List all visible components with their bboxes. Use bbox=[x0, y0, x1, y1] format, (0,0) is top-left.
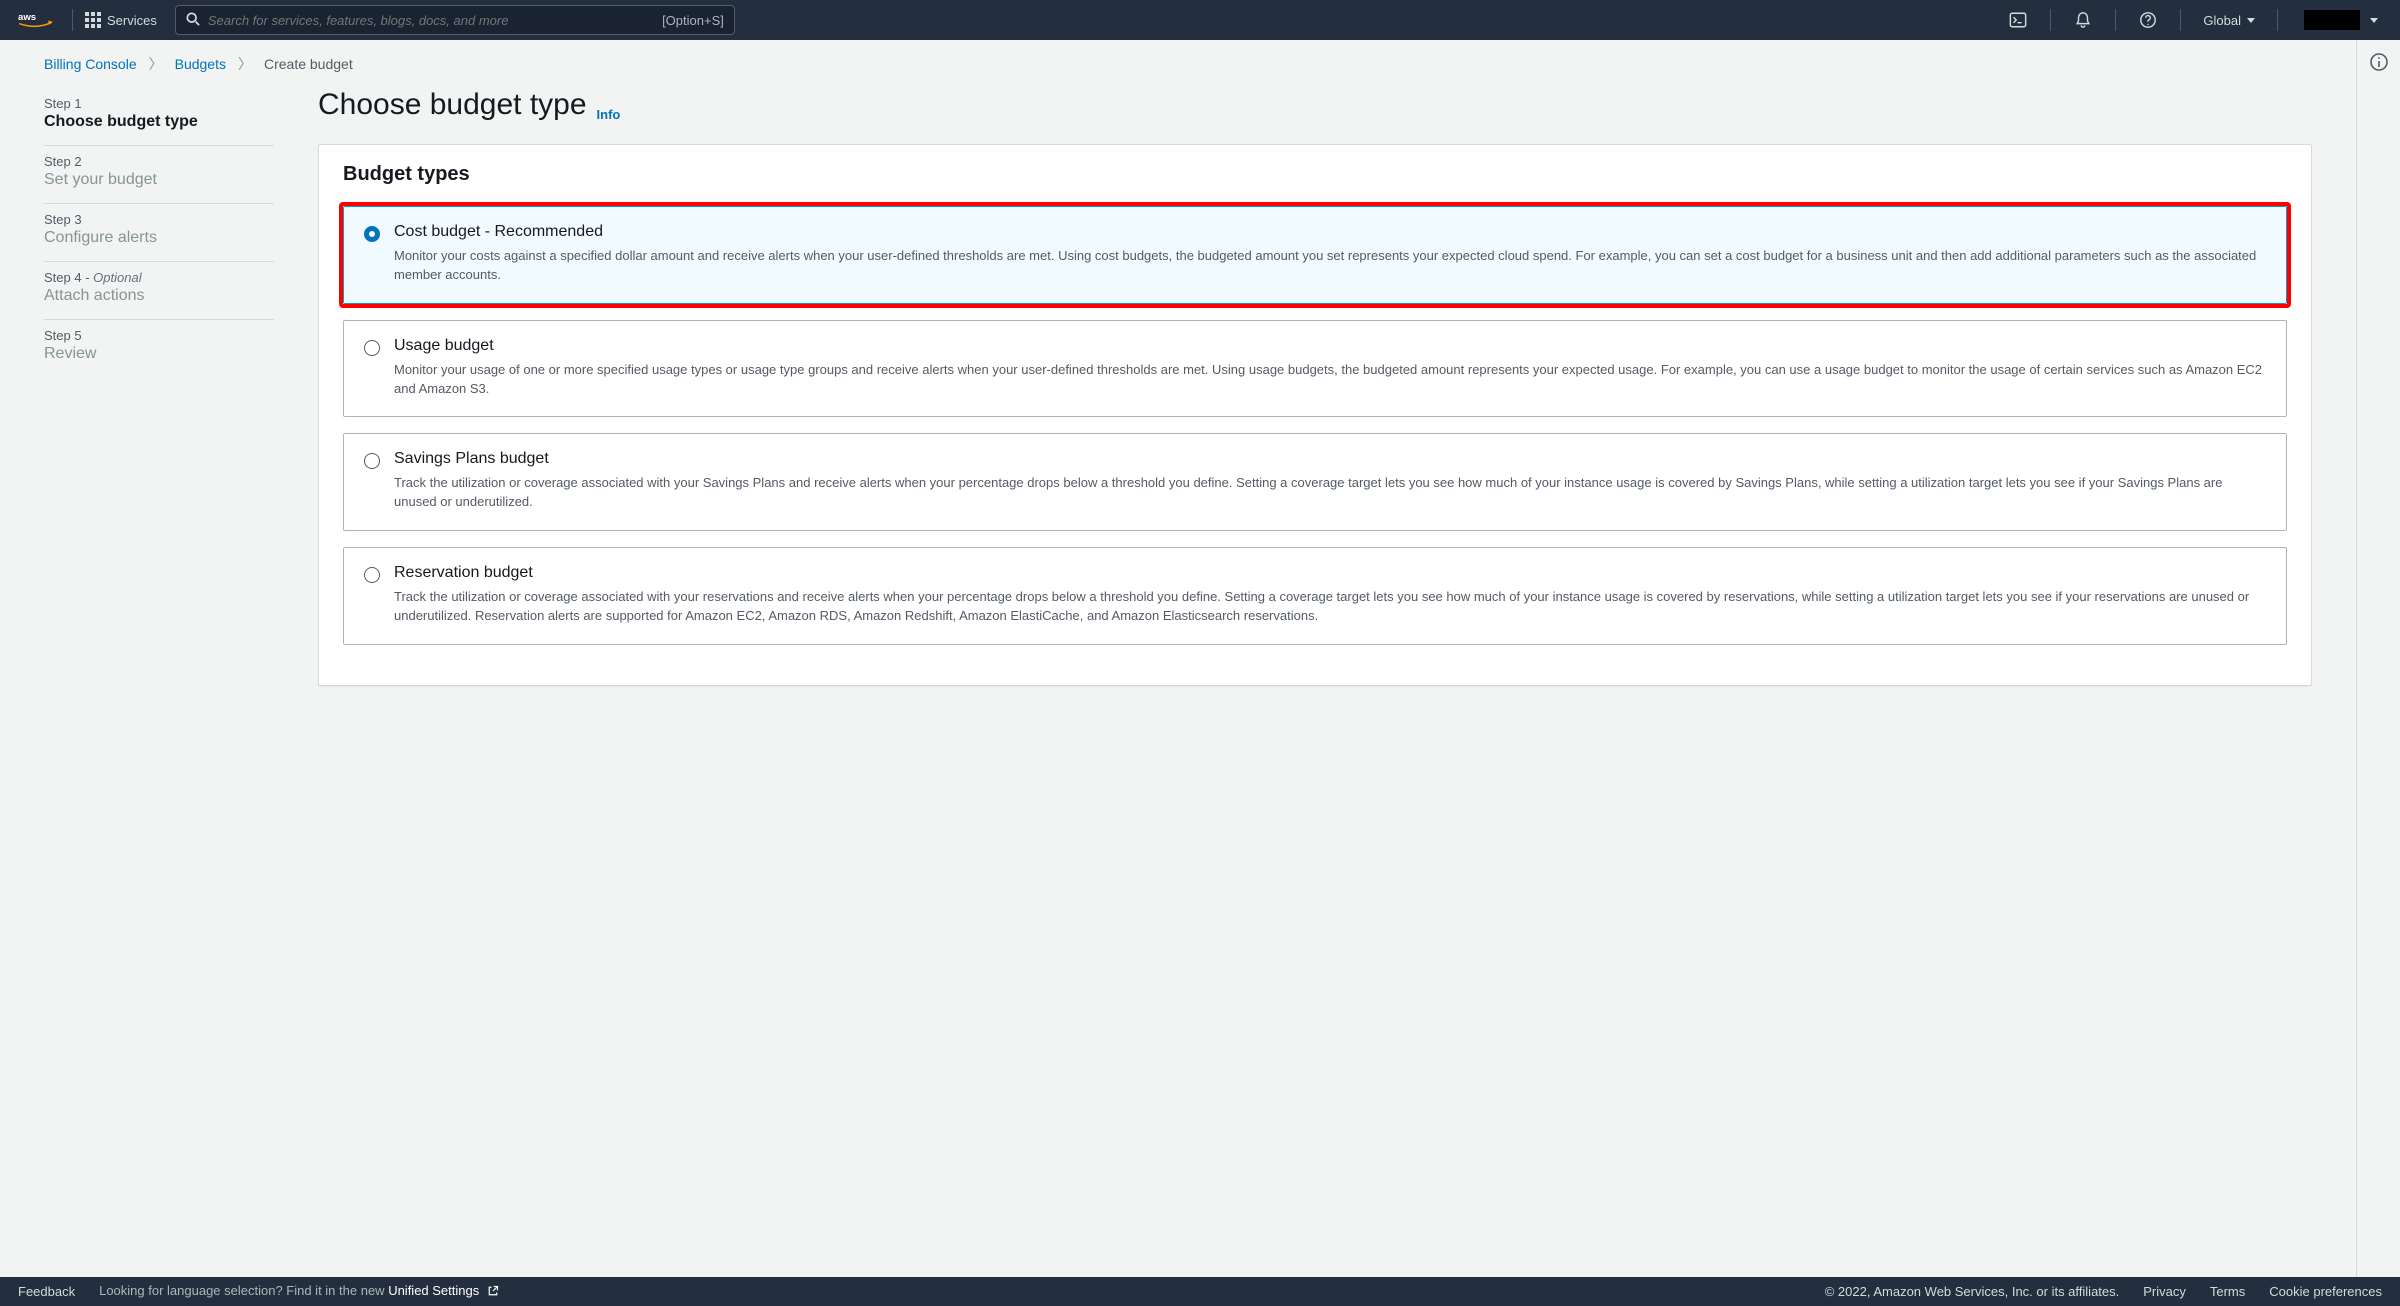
radio-icon bbox=[364, 226, 380, 242]
breadcrumb-budgets[interactable]: Budgets bbox=[175, 56, 226, 72]
chevron-right-icon: 〉 bbox=[149, 54, 163, 74]
card-header: Budget types bbox=[319, 145, 2311, 200]
help-panel-toggle[interactable] bbox=[2356, 40, 2400, 1277]
nav-divider bbox=[72, 9, 73, 31]
main-column: Billing Console 〉 Budgets 〉 Create budge… bbox=[0, 40, 2356, 1277]
feedback-link[interactable]: Feedback bbox=[18, 1284, 75, 1299]
step-number: Step 1 bbox=[44, 96, 274, 111]
aws-logo[interactable]: aws bbox=[12, 10, 60, 30]
language-note: Looking for language selection? Find it … bbox=[99, 1283, 499, 1300]
page-header: Choose budget type Info bbox=[318, 88, 2312, 122]
option-description: Track the utilization or coverage associ… bbox=[394, 588, 2266, 626]
services-menu-button[interactable]: Services bbox=[85, 12, 157, 28]
search-input[interactable] bbox=[208, 13, 654, 28]
radio-icon bbox=[364, 340, 380, 356]
step-number: Step 3 bbox=[44, 212, 274, 227]
footer-bar: Feedback Looking for language selection?… bbox=[0, 1277, 2400, 1306]
breadcrumb-current: Create budget bbox=[264, 56, 353, 72]
breadcrumb: Billing Console 〉 Budgets 〉 Create budge… bbox=[0, 54, 2356, 88]
notifications-icon[interactable] bbox=[2063, 11, 2103, 29]
highlight-box: Cost budget - Recommended Monitor your c… bbox=[339, 202, 2291, 308]
step-number: Step 2 bbox=[44, 154, 274, 169]
step-title: Attach actions bbox=[44, 287, 274, 305]
radio-icon bbox=[364, 567, 380, 583]
budget-type-savings-plans[interactable]: Savings Plans budget Track the utilizati… bbox=[343, 433, 2287, 531]
search-hotkey-hint: [Option+S] bbox=[662, 13, 724, 28]
chevron-right-icon: 〉 bbox=[238, 54, 252, 74]
step-number: Step 5 bbox=[44, 328, 274, 343]
wizard-step-2[interactable]: Step 2 Set your budget bbox=[44, 146, 274, 204]
main-panel: Choose budget type Info Budget types Cos… bbox=[318, 88, 2312, 686]
wizard-step-3[interactable]: Step 3 Configure alerts bbox=[44, 204, 274, 262]
grid-icon bbox=[85, 12, 101, 28]
step-title: Choose budget type bbox=[44, 113, 274, 131]
unified-settings-link[interactable]: Unified Settings bbox=[388, 1283, 479, 1298]
option-description: Track the utilization or coverage associ… bbox=[394, 474, 2266, 512]
wizard-step-5[interactable]: Step 5 Review bbox=[44, 320, 274, 377]
wizard-step-1[interactable]: Step 1 Choose budget type bbox=[44, 88, 274, 146]
copyright-text: © 2022, Amazon Web Services, Inc. or its… bbox=[1825, 1284, 2120, 1299]
budget-type-reservation[interactable]: Reservation budget Track the utilization… bbox=[343, 547, 2287, 645]
budget-type-usage[interactable]: Usage budget Monitor your usage of one o… bbox=[343, 320, 2287, 418]
nav-divider bbox=[2180, 9, 2181, 31]
budget-types-card: Budget types Cost budget - Recommended M… bbox=[318, 144, 2312, 686]
nav-divider bbox=[2115, 9, 2116, 31]
radio-icon bbox=[364, 453, 380, 469]
card-body: Cost budget - Recommended Monitor your c… bbox=[319, 200, 2311, 685]
account-menu[interactable] bbox=[2290, 10, 2388, 30]
cookie-preferences-link[interactable]: Cookie preferences bbox=[2269, 1284, 2382, 1299]
step-title: Review bbox=[44, 345, 274, 363]
region-label: Global bbox=[2203, 13, 2241, 28]
info-circle-icon bbox=[2369, 52, 2389, 72]
option-title: Usage budget bbox=[394, 337, 2266, 355]
wizard-steps: Step 1 Choose budget type Step 2 Set you… bbox=[44, 88, 274, 686]
top-navigation: aws Services [Option+S] Global bbox=[0, 0, 2400, 40]
svg-text:aws: aws bbox=[18, 12, 36, 23]
page-title: Choose budget type bbox=[318, 88, 587, 122]
step-title: Set your budget bbox=[44, 171, 274, 189]
nav-divider bbox=[2277, 9, 2278, 31]
budget-type-cost[interactable]: Cost budget - Recommended Monitor your c… bbox=[343, 206, 2287, 304]
breadcrumb-billing-console[interactable]: Billing Console bbox=[44, 56, 137, 72]
help-icon[interactable] bbox=[2128, 11, 2168, 29]
option-description: Monitor your usage of one or more specif… bbox=[394, 361, 2266, 399]
privacy-link[interactable]: Privacy bbox=[2143, 1284, 2186, 1299]
region-selector[interactable]: Global bbox=[2193, 13, 2265, 28]
wizard-step-4[interactable]: Step 4 - Optional Attach actions bbox=[44, 262, 274, 320]
external-link-icon bbox=[487, 1285, 499, 1300]
caret-down-icon bbox=[2247, 18, 2255, 23]
cloudshell-icon[interactable] bbox=[1998, 11, 2038, 29]
step-title: Configure alerts bbox=[44, 229, 274, 247]
search-icon bbox=[186, 12, 200, 29]
body: Billing Console 〉 Budgets 〉 Create budge… bbox=[0, 40, 2400, 1277]
option-title: Reservation budget bbox=[394, 564, 2266, 582]
info-link[interactable]: Info bbox=[597, 107, 621, 122]
nav-divider bbox=[2050, 9, 2051, 31]
step-number: Step 4 - Optional bbox=[44, 270, 274, 285]
services-label: Services bbox=[107, 13, 157, 28]
global-search[interactable]: [Option+S] bbox=[175, 5, 735, 35]
terms-link[interactable]: Terms bbox=[2210, 1284, 2245, 1299]
option-description: Monitor your costs against a specified d… bbox=[394, 247, 2266, 285]
caret-down-icon bbox=[2370, 18, 2378, 23]
option-title: Savings Plans budget bbox=[394, 450, 2266, 468]
account-name-redacted bbox=[2304, 10, 2360, 30]
option-title: Cost budget - Recommended bbox=[394, 223, 2266, 241]
